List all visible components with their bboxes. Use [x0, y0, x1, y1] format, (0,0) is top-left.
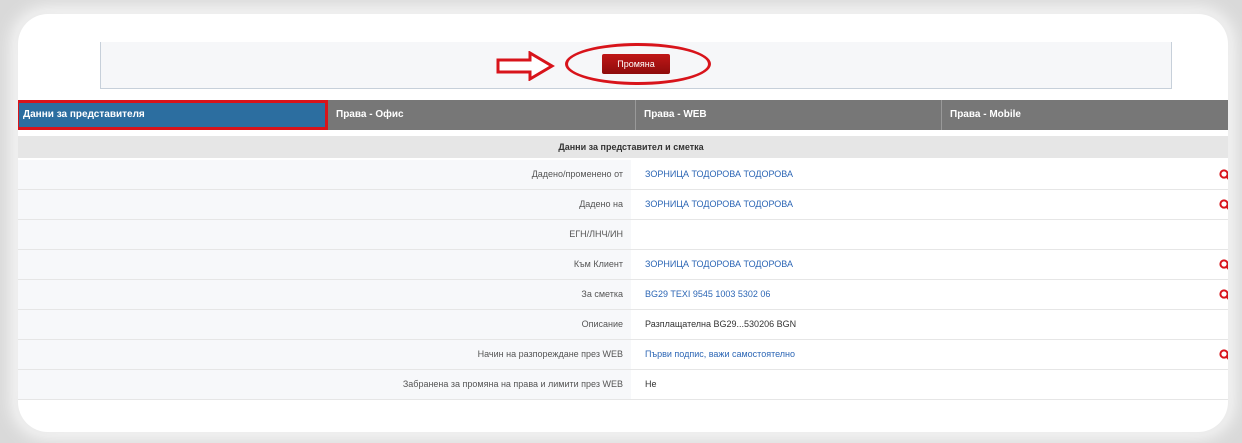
row-label: Начин на разпореждане през WEB: [18, 340, 631, 369]
table-row: ЕГН/ЛНЧ/ИН: [18, 220, 1228, 250]
row-label: Към Клиент: [18, 250, 631, 279]
change-button[interactable]: Промяна: [602, 54, 670, 74]
tab-rights-mobile[interactable]: Права - Mobile: [942, 100, 1228, 130]
search-icon[interactable]: [1218, 168, 1228, 182]
web-change-forbidden-value: Не: [645, 379, 657, 389]
search-icon[interactable]: [1218, 198, 1228, 212]
row-label: За сметка: [18, 280, 631, 309]
app-content: Промяна Данни за представителя Права - О…: [18, 14, 1228, 432]
to-client-link[interactable]: ЗОРНИЦА ТОДОРОВА ТОДОРОВА: [639, 250, 1205, 279]
screenshot-frame: Промяна Данни за представителя Права - О…: [18, 14, 1228, 432]
row-label: Дадено на: [18, 190, 631, 219]
table-row: Начин на разпореждане през WEB Първи под…: [18, 340, 1228, 370]
table-row: Дадено/променено от ЗОРНИЦА ТОДОРОВА ТОД…: [18, 160, 1228, 190]
table-row: Забранена за промяна на права и лимити п…: [18, 370, 1228, 400]
table-row: Дадено на ЗОРНИЦА ТОДОРОВА ТОДОРОВА: [18, 190, 1228, 220]
account-link[interactable]: BG29 TEXI 9545 1003 5302 06: [639, 280, 1205, 309]
search-icon[interactable]: [1218, 348, 1228, 362]
row-label: ЕГН/ЛНЧ/ИН: [18, 220, 631, 249]
row-label: Описание: [18, 310, 631, 339]
web-disposal-method-link[interactable]: Първи подпис, важи самостоятелно: [639, 340, 1205, 369]
given-changed-by-link[interactable]: ЗОРНИЦА ТОДОРОВА ТОДОРОВА: [639, 160, 1205, 189]
description-value: Разплащателна BG29...530206 BGN: [645, 319, 797, 329]
row-label: Забранена за промяна на права и лимити п…: [18, 370, 631, 399]
table-row: Описание Разплащателна BG29...530206 BGN: [18, 310, 1228, 340]
search-icon[interactable]: [1218, 288, 1228, 302]
tab-bar: Данни за представителя Права - Офис Прав…: [18, 100, 1228, 130]
given-to-link[interactable]: ЗОРНИЦА ТОДОРОВА ТОДОРОВА: [639, 190, 1205, 219]
tab-rights-web[interactable]: Права - WEB: [636, 100, 942, 130]
table-row: За сметка BG29 TEXI 9545 1003 5302 06: [18, 280, 1228, 310]
row-label: Дадено/променено от: [18, 160, 631, 189]
section-title: Данни за представител и сметка: [18, 136, 1228, 158]
search-icon[interactable]: [1218, 258, 1228, 272]
details-table: Дадено/променено от ЗОРНИЦА ТОДОРОВА ТОД…: [18, 160, 1228, 400]
table-row: Към Клиент ЗОРНИЦА ТОДОРОВА ТОДОРОВА: [18, 250, 1228, 280]
tab-rights-office[interactable]: Права - Офис: [328, 100, 636, 130]
tab-representative-data[interactable]: Данни за представителя: [18, 100, 328, 130]
